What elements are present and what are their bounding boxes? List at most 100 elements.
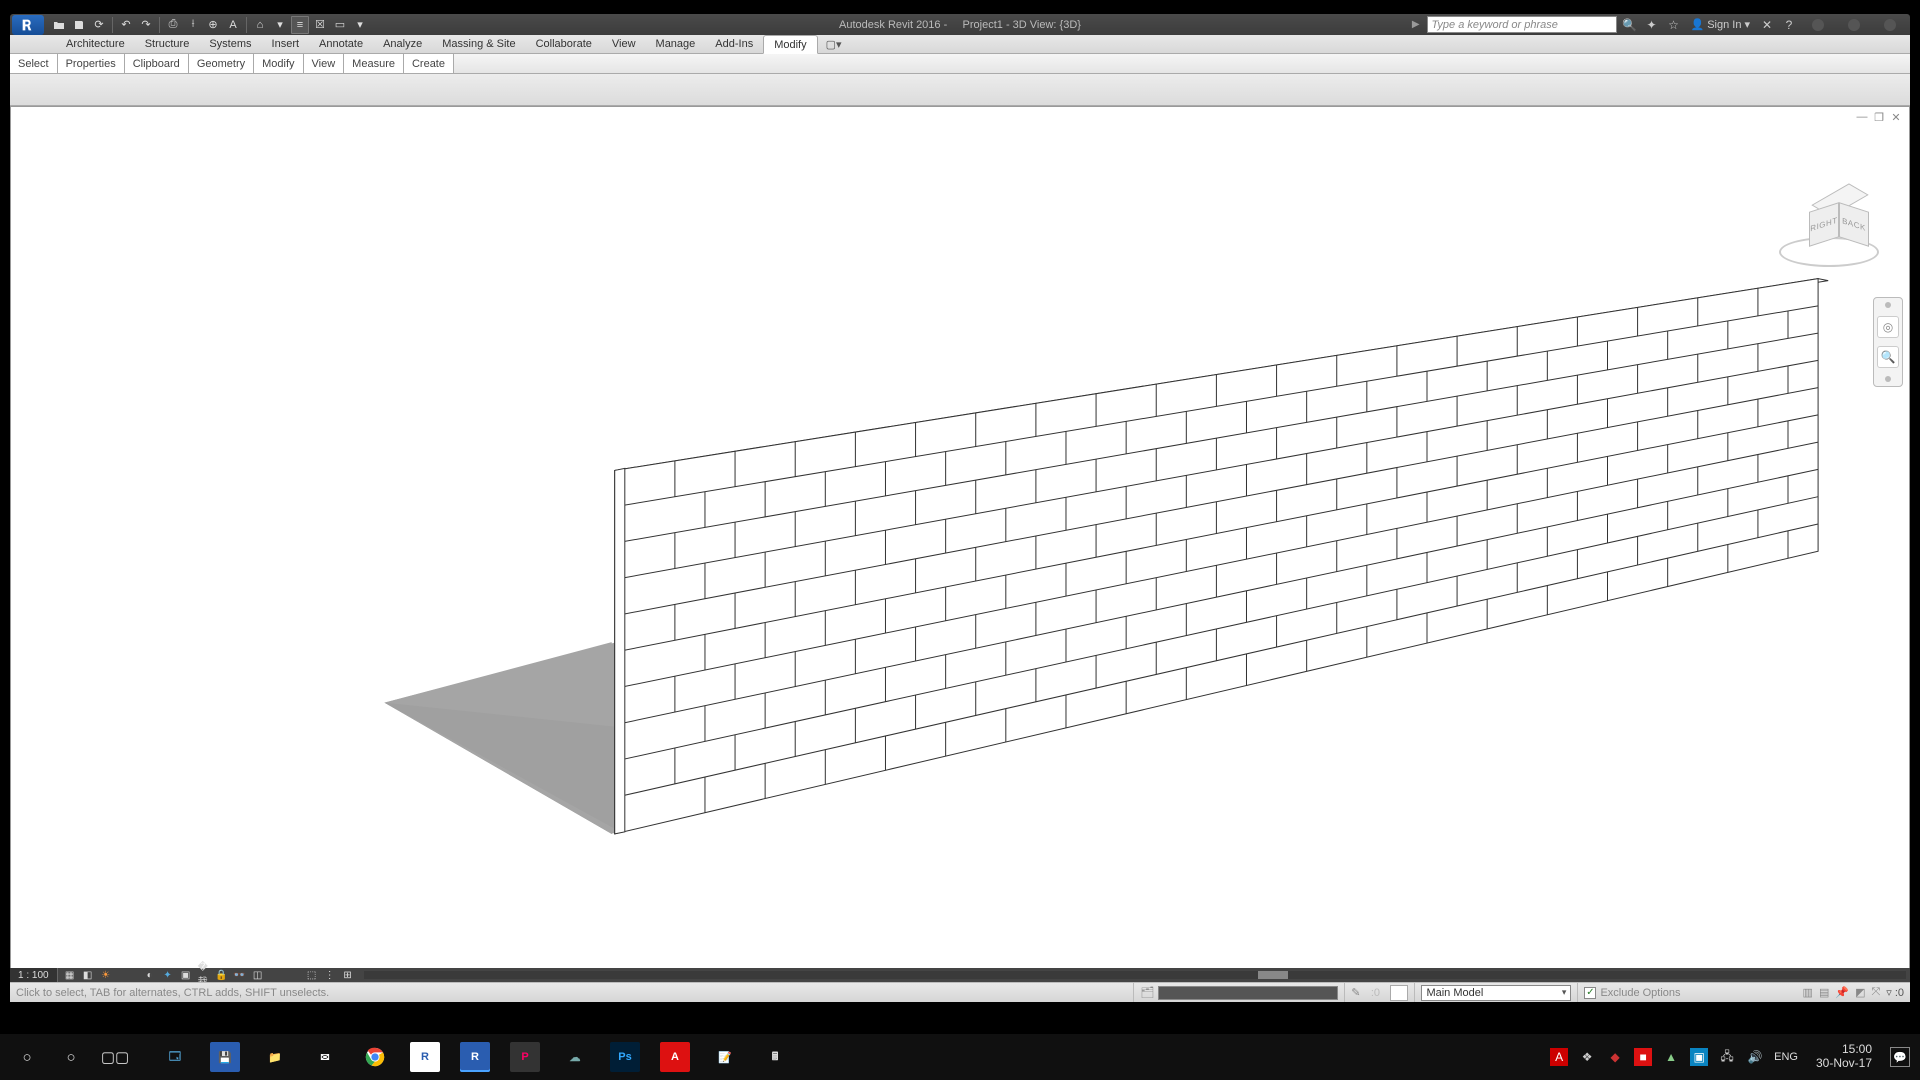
- qat-thinlines-button[interactable]: ≡: [291, 16, 309, 34]
- tab-view[interactable]: View: [602, 35, 646, 53]
- taskbar-app-explorer[interactable]: 🗔: [160, 1042, 190, 1072]
- window-minimize-button[interactable]: [1812, 19, 1824, 31]
- tray-adobe-icon[interactable]: A: [1550, 1048, 1568, 1066]
- tray-av-icon[interactable]: ◆: [1606, 1048, 1624, 1066]
- tray-manager-icon[interactable]: ▣: [1690, 1048, 1708, 1066]
- qat-customize-dropdown[interactable]: ▾: [351, 16, 369, 34]
- window-maximize-button[interactable]: [1848, 19, 1860, 31]
- qat-dimension-button[interactable]: ⊕: [204, 16, 222, 34]
- viewcube[interactable]: RIGHT BACK: [1779, 177, 1879, 277]
- qat-close-hidden-button[interactable]: ☒: [311, 16, 329, 34]
- panel-measure[interactable]: Measure: [344, 54, 404, 73]
- help-search-input[interactable]: Type a keyword or phrase: [1427, 16, 1617, 33]
- qat-switch-windows-button[interactable]: ▭: [331, 16, 349, 34]
- panel-clipboard[interactable]: Clipboard: [125, 54, 189, 73]
- panel-geometry[interactable]: Geometry: [189, 54, 254, 73]
- qat-3dview-button[interactable]: ⌂: [251, 16, 269, 34]
- tray-network-icon[interactable]: 🖧: [1718, 1048, 1736, 1066]
- exchange-apps-icon[interactable]: ✕: [1758, 16, 1776, 34]
- tab-annotate[interactable]: Annotate: [309, 35, 373, 53]
- rendering-icon[interactable]: ✦: [162, 969, 174, 981]
- taskbar-app-notepad[interactable]: 📝: [710, 1042, 740, 1072]
- select-face-icon[interactable]: ◩: [1855, 986, 1865, 999]
- taskbar-app-mail[interactable]: ✉: [310, 1042, 340, 1072]
- favorites-icon[interactable]: ☆: [1665, 16, 1683, 34]
- steering-wheel-button[interactable]: ◎: [1877, 316, 1899, 338]
- taskbar-app-project[interactable]: P: [510, 1042, 540, 1072]
- taskbar-clock[interactable]: 15:00 30-Nov-17: [1808, 1043, 1880, 1071]
- help-button[interactable]: ?: [1780, 16, 1798, 34]
- crop-icon[interactable]: ▣: [180, 969, 192, 981]
- tab-addins[interactable]: Add-Ins: [705, 35, 763, 53]
- tab-massing-site[interactable]: Massing & Site: [432, 35, 525, 53]
- tray-volume-icon[interactable]: 🔊: [1746, 1048, 1764, 1066]
- cortana-button[interactable]: ○: [58, 1044, 84, 1070]
- tab-insert[interactable]: Insert: [262, 35, 310, 53]
- start-button[interactable]: ○: [14, 1044, 40, 1070]
- tab-manage[interactable]: Manage: [646, 35, 706, 53]
- select-pinned-icon[interactable]: 📌: [1835, 986, 1849, 999]
- shadows-icon[interactable]: ◐: [144, 969, 156, 981]
- zoom-button[interactable]: 🔍: [1877, 346, 1899, 368]
- scrollbar-thumb[interactable]: [1258, 971, 1288, 979]
- select-links-icon[interactable]: ▥: [1803, 986, 1813, 999]
- exclude-options-checkbox[interactable]: ✓: [1584, 987, 1596, 999]
- lock-3d-icon[interactable]: 🔒: [216, 969, 228, 981]
- qat-print-button[interactable]: ⎙: [164, 16, 182, 34]
- qat-section-button[interactable]: ▾: [271, 16, 289, 34]
- search-button[interactable]: 🔍: [1621, 16, 1639, 34]
- qat-sync-button[interactable]: ⟳: [90, 16, 108, 34]
- taskbar-app-files[interactable]: 📁: [260, 1042, 290, 1072]
- temp-hide-icon[interactable]: 👓: [234, 969, 246, 981]
- analytics-icon[interactable]: ⋮: [324, 969, 336, 981]
- signin-button[interactable]: 👤 Sign In ▾: [1687, 18, 1754, 31]
- panel-view[interactable]: View: [304, 54, 345, 73]
- ribbon-panel-toggle[interactable]: ▢▾: [818, 35, 850, 53]
- reveal-constraints-icon[interactable]: ⊞: [342, 969, 354, 981]
- design-options-dropdown[interactable]: Main Model▾: [1421, 985, 1571, 1001]
- tab-architecture[interactable]: Architecture: [56, 35, 135, 53]
- qat-redo-button[interactable]: ↷: [137, 16, 155, 34]
- crop-region-icon[interactable]: �裁: [198, 969, 210, 981]
- nav-home-dot[interactable]: [1885, 302, 1891, 308]
- panel-properties[interactable]: Properties: [58, 54, 125, 73]
- tab-modify[interactable]: Modify: [763, 35, 817, 54]
- workset-input[interactable]: [1158, 986, 1338, 1000]
- tray-sync-icon[interactable]: ❖: [1578, 1048, 1596, 1066]
- taskbar-app-autocad[interactable]: A: [660, 1042, 690, 1072]
- taskbar-app-save[interactable]: 💾: [210, 1042, 240, 1072]
- tray-autodesk-icon[interactable]: ▲: [1662, 1048, 1680, 1066]
- app-menu-button[interactable]: [12, 15, 44, 35]
- sun-path-icon[interactable]: ☀: [100, 969, 112, 981]
- qat-measure-button[interactable]: ⟊: [184, 16, 202, 34]
- window-close-button[interactable]: [1884, 19, 1896, 31]
- taskbar-app-revit[interactable]: R: [460, 1042, 490, 1072]
- visual-style-icon[interactable]: ◧: [82, 969, 94, 981]
- nav-expand-dot[interactable]: [1885, 376, 1891, 382]
- action-center-button[interactable]: 💬: [1890, 1047, 1910, 1067]
- panel-create[interactable]: Create: [404, 54, 454, 73]
- qat-open-button[interactable]: [50, 16, 68, 34]
- view-scale[interactable]: 1 : 100: [10, 968, 58, 982]
- reveal-hidden-icon[interactable]: ◫: [252, 969, 264, 981]
- tray-language[interactable]: ENG: [1774, 1051, 1798, 1063]
- tab-systems[interactable]: Systems: [199, 35, 261, 53]
- selection-filter[interactable]: ▿ :0: [1886, 986, 1904, 999]
- editing-requests-button[interactable]: [1390, 985, 1408, 1001]
- editable-only-icon[interactable]: ✎: [1351, 986, 1360, 999]
- task-view-button[interactable]: ▢▢: [102, 1044, 128, 1070]
- taskbar-app-chrome[interactable]: [360, 1042, 390, 1072]
- worksharing-icon[interactable]: ⬚: [306, 969, 318, 981]
- taskbar-app-calculator[interactable]: 🖩: [760, 1042, 790, 1072]
- tray-acad-icon[interactable]: ■: [1634, 1048, 1652, 1066]
- qat-save-button[interactable]: [70, 16, 88, 34]
- drag-elements-icon[interactable]: ⤧: [1871, 986, 1880, 999]
- tab-structure[interactable]: Structure: [135, 35, 200, 53]
- detail-level-icon[interactable]: ▦: [64, 969, 76, 981]
- taskbar-app-photoshop[interactable]: Ps: [610, 1042, 640, 1072]
- select-underlay-icon[interactable]: ▤: [1819, 986, 1829, 999]
- panel-select[interactable]: Select: [10, 54, 58, 73]
- panel-modify[interactable]: Modify: [254, 54, 303, 73]
- canvas-horizontal-scrollbar[interactable]: [364, 971, 1906, 979]
- taskbar-app-revit-2[interactable]: R: [410, 1042, 440, 1072]
